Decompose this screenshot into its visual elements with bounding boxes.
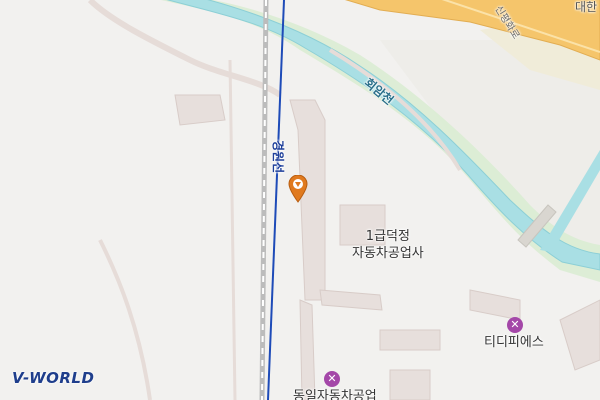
- vworld-logo: V-WORLD: [12, 369, 95, 387]
- map-view[interactable]: 대한 신평화로 회암천 경원선 1급덕정 자동차공업사 ✕ 티디피에스 ✕ 동일…: [0, 0, 600, 400]
- minor-road: [98, 239, 152, 400]
- poi-label-main-line2: 자동차공업사: [352, 246, 424, 261]
- poi-label-main[interactable]: 1급덕정 자동차공업사: [352, 228, 424, 262]
- rail-label: 경원선: [271, 140, 285, 174]
- wrench-screwdriver-icon[interactable]: ✕: [324, 371, 340, 387]
- minor-road: [228, 59, 237, 400]
- rail-line-highlight: [267, 0, 285, 400]
- wrench-screwdriver-icon[interactable]: ✕: [507, 317, 523, 333]
- poi-label-main-line1: 1급덕정: [365, 229, 410, 244]
- poi-label-tdps[interactable]: 티디피에스: [484, 334, 544, 351]
- place-label-corner: 대한: [575, 0, 598, 14]
- poi-label-bottom[interactable]: 동일자동차공업: [293, 388, 377, 400]
- location-pin-icon[interactable]: [288, 174, 308, 203]
